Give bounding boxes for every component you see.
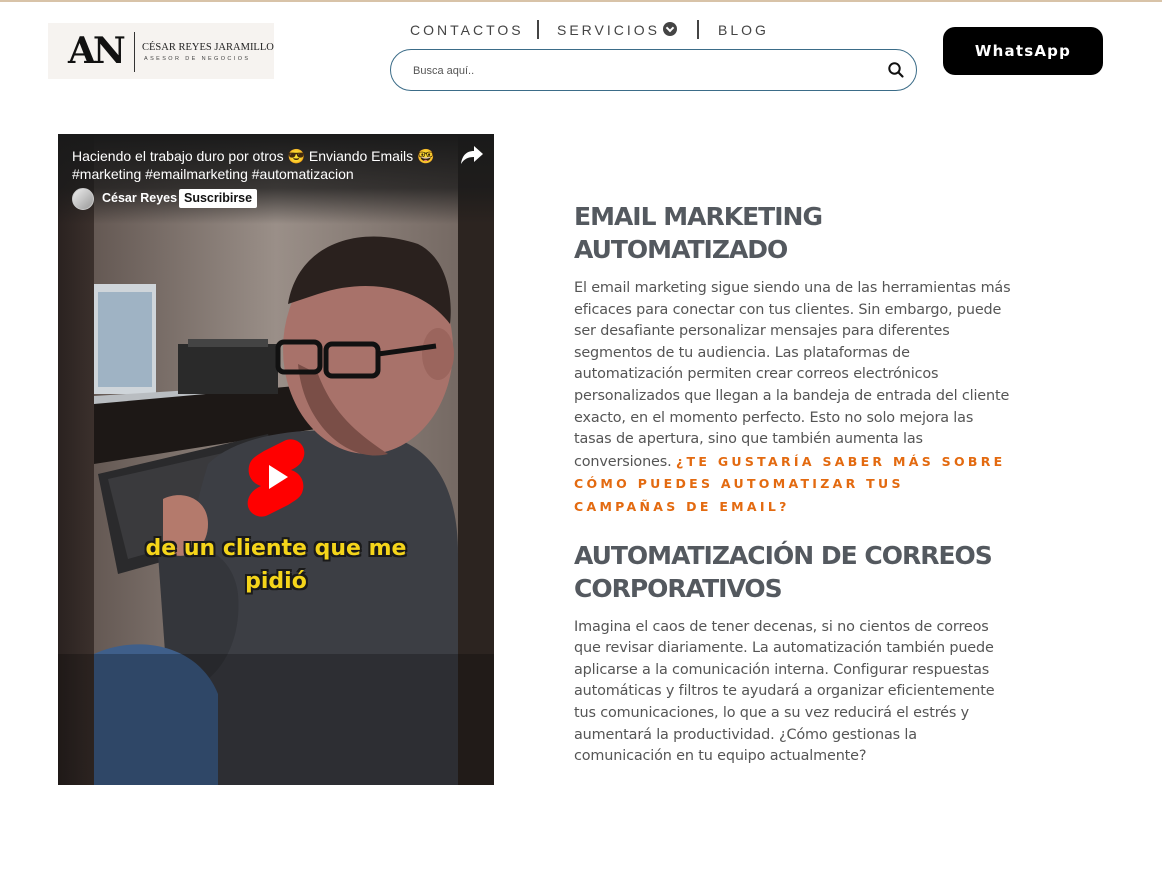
site-logo[interactable]: AN CÉSAR REYES JARAMILLO ASESOR DE NEGOC…	[48, 23, 274, 79]
share-icon[interactable]	[460, 144, 484, 166]
nav-divider	[537, 20, 539, 39]
section-paragraph: El email marketing sigue siendo una de l…	[574, 278, 1014, 519]
nav-item-contactos[interactable]: CONTACTOS	[410, 20, 524, 40]
youtube-shorts-play-icon[interactable]	[244, 437, 308, 517]
channel-avatar[interactable]	[72, 188, 94, 210]
chevron-down-icon[interactable]	[663, 22, 677, 36]
video-caption-line2: pidió	[245, 569, 307, 594]
video-caption: de un cliente que me pidió	[58, 532, 494, 598]
nav-divider	[697, 20, 699, 39]
youtube-short-embed[interactable]: Haciendo el trabajo duro por otros 😎 Env…	[58, 134, 494, 785]
article-content: EMAIL MARKETING AUTOMATIZADO El email ma…	[574, 200, 1014, 768]
video-caption-line1: de un cliente que me	[145, 536, 407, 561]
logo-mark: AN	[68, 30, 126, 72]
section-paragraph: Imagina el caos de tener decenas, si no …	[574, 618, 995, 765]
whatsapp-button[interactable]: WhatsApp	[943, 27, 1103, 75]
logo-name: CÉSAR REYES JARAMILLO	[142, 42, 274, 53]
channel-name[interactable]: César Reyes	[102, 191, 177, 205]
logo-tagline: ASESOR DE NEGOCIOS	[144, 56, 251, 62]
nav-item-blog[interactable]: BLOG	[718, 20, 769, 40]
video-title[interactable]: Haciendo el trabajo duro por otros 😎 Env…	[72, 147, 452, 183]
subscribe-button[interactable]: Suscribirse	[179, 189, 258, 208]
section-heading-corporate-email: AUTOMATIZACIÓN DE CORREOS CORPORATIVOS	[574, 540, 993, 603]
nav-item-servicios[interactable]: SERVICIOS	[557, 20, 687, 40]
top-accent-line	[0, 0, 1162, 2]
paragraph-text: El email marketing sigue siendo una de l…	[574, 280, 1011, 470]
search-bar	[390, 49, 917, 91]
section-heading-email-marketing: EMAIL MARKETING AUTOMATIZADO	[574, 202, 823, 264]
search-icon[interactable]	[887, 61, 905, 79]
nav-item-servicios-label: SERVICIOS	[557, 22, 660, 38]
logo-divider	[134, 32, 135, 72]
search-input[interactable]	[411, 60, 855, 82]
